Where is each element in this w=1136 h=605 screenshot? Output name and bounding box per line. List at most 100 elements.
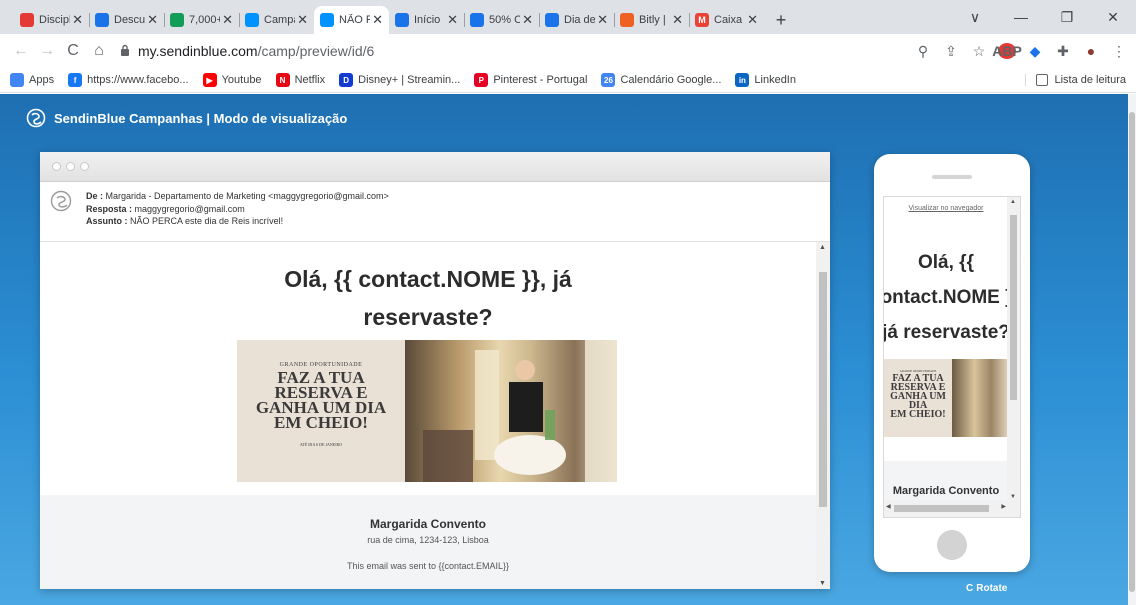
- email-body[interactable]: Olá, {{ contact.NOME }}, já reservaste? …: [40, 242, 830, 589]
- tab-close-icon[interactable]: ✕: [522, 12, 533, 28]
- browser-tab[interactable]: Início ✕: [389, 6, 464, 34]
- mobile-screen[interactable]: Visualizar no navegador Olá, {{ contact.…: [883, 196, 1021, 518]
- minimize-button[interactable]: —: [998, 9, 1044, 25]
- browser-tab[interactable]: Discipl ✕: [14, 6, 89, 34]
- profile-avatar-icon[interactable]: ●: [1082, 43, 1100, 59]
- bookmark-label: Calendário Google...: [620, 74, 722, 86]
- tab-close-icon[interactable]: ✕: [447, 12, 458, 28]
- scrollbar-thumb[interactable]: [1010, 215, 1017, 400]
- mobile-headline: Olá, {{ contact.NOME }}, já reservaste?: [884, 245, 1020, 350]
- scroll-right-arrow-icon[interactable]: ▶: [1001, 503, 1006, 510]
- bookmark-item[interactable]: D Disney+ | Streamin...: [339, 73, 460, 87]
- bookmark-item[interactable]: in LinkedIn: [735, 73, 796, 87]
- scroll-left-arrow-icon[interactable]: ◀: [886, 503, 891, 510]
- bookmark-item[interactable]: ▶ Youtube: [202, 73, 262, 87]
- reload-button[interactable]: C: [60, 42, 86, 60]
- desktop-preview: De : Margarida - Departamento de Marketi…: [40, 152, 830, 589]
- address-bar[interactable]: my.sendinblue.com/camp/preview/id/6: [120, 38, 880, 64]
- from-line: De : Margarida - Departamento de Marketi…: [86, 190, 389, 203]
- browser-tab[interactable]: Dia de ✕: [539, 6, 614, 34]
- star-icon[interactable]: ☆: [970, 43, 988, 60]
- browser-tab[interactable]: 50% O ✕: [464, 6, 539, 34]
- headline-line-2: reservaste?: [363, 304, 493, 330]
- banner-date: ATÉ DIA 6 DE JANEIRO: [299, 442, 343, 447]
- bookmark-item[interactable]: f https://www.facebo...: [68, 73, 189, 87]
- forward-button[interactable]: →: [34, 42, 60, 60]
- tab-favicon-icon: [95, 13, 109, 27]
- from-value: Margarida - Departamento de Marketing <m…: [105, 191, 389, 201]
- bookmark-favicon-icon: ▶: [202, 73, 217, 87]
- reading-list-button[interactable]: Lista de leitura: [1025, 74, 1126, 86]
- phone-home-button: [937, 530, 967, 560]
- bookmark-favicon-icon: D: [339, 73, 354, 87]
- bookmark-item[interactable]: N Netflix: [275, 73, 325, 87]
- tab-close-icon[interactable]: ✕: [672, 12, 683, 28]
- browser-tab[interactable]: 7,000+ ✕: [164, 6, 239, 34]
- browser-tab[interactable]: Campa✕: [239, 6, 314, 34]
- footer-address: rua de cima, 1234-123, Lisboa: [367, 535, 489, 545]
- share-icon[interactable]: ⇪: [942, 43, 960, 60]
- lock-icon[interactable]: [120, 44, 130, 59]
- tab-title: Dia de: [564, 14, 596, 26]
- mobile-headline-line: Olá, {{: [918, 252, 974, 273]
- url-path: /camp/preview/id/6: [257, 43, 375, 59]
- scrollbar-thumb[interactable]: [1129, 112, 1135, 592]
- maximize-button[interactable]: ❐: [1044, 9, 1090, 26]
- tab-close-icon[interactable]: ✕: [147, 12, 158, 28]
- tab-close-icon[interactable]: ✕: [72, 12, 83, 28]
- view-in-browser-link[interactable]: Visualizar no navegador: [884, 205, 1008, 212]
- mobile-banner-title-line: GANHA UM DIA: [890, 391, 946, 411]
- tab-favicon-icon: [20, 13, 34, 27]
- page-scrollbar[interactable]: [1128, 94, 1136, 605]
- email-body-scrollbar[interactable]: ▲ ▼: [816, 242, 830, 589]
- preview-page: SendinBlue Campanhas | Modo de visualiza…: [0, 94, 1128, 605]
- browser-tab[interactable]: Descul ✕: [89, 6, 164, 34]
- rotate-icon: C: [966, 583, 974, 594]
- scroll-up-arrow-icon[interactable]: ▲: [1010, 199, 1016, 205]
- extensions-puzzle-icon[interactable]: ✚: [1054, 43, 1072, 60]
- email-footer: Margarida Convento rua de cima, 1234-123…: [40, 495, 816, 589]
- home-button[interactable]: ⌂: [86, 42, 112, 60]
- close-window-button[interactable]: ✕: [1090, 9, 1136, 26]
- browser-tab[interactable]: M Caixa ✕: [689, 6, 764, 34]
- mobile-vertical-scrollbar[interactable]: ▲ ▼: [1007, 197, 1020, 502]
- adblock-extension-icon[interactable]: ABP: [992, 43, 1022, 59]
- bookmark-item[interactable]: P Pinterest - Portugal: [474, 73, 587, 87]
- banner-title: FAZ A TUA RESERVA E GANHA UM DIA EM CHEI…: [237, 369, 405, 431]
- rotate-button[interactable]: C Rotate: [966, 583, 1007, 594]
- tab-close-icon[interactable]: ✕: [297, 12, 308, 28]
- scroll-up-arrow-icon[interactable]: ▲: [819, 244, 826, 251]
- bookmark-item[interactable]: Apps: [10, 73, 54, 87]
- phone-speaker: [932, 175, 972, 179]
- tab-close-icon[interactable]: ✕: [747, 12, 758, 28]
- chrome-menu-icon[interactable]: ⋮: [1110, 43, 1128, 60]
- back-button[interactable]: ←: [8, 42, 34, 60]
- tab-title: Início: [414, 14, 441, 26]
- tab-close-icon[interactable]: ✕: [372, 12, 383, 28]
- mobile-horizontal-scrollbar[interactable]: ◀ ▶: [884, 500, 1020, 517]
- scrollbar-thumb[interactable]: [819, 272, 827, 507]
- window-dot-icon: [80, 162, 89, 171]
- brand-header: SendinBlue Campanhas | Modo de visualiza…: [26, 108, 347, 128]
- scroll-down-arrow-icon[interactable]: ▼: [819, 580, 826, 587]
- tab-close-icon[interactable]: ✕: [222, 12, 233, 28]
- new-tab-button[interactable]: +: [768, 6, 794, 34]
- browser-tab[interactable]: Bitly | ✕: [614, 6, 689, 34]
- scrollbar-thumb[interactable]: [894, 505, 989, 512]
- mobile-banner-photo: [952, 359, 1008, 437]
- bookmark-favicon-icon: in: [735, 73, 750, 87]
- tab-title: Campa: [264, 14, 295, 26]
- footer-sent-to: This email was sent to {{contact.EMAIL}}: [346, 561, 510, 571]
- mobile-promo-banner-image: GRANDE OPORTUNIDADE FAZ A TUA RESERVA E …: [884, 359, 1008, 437]
- subject-label: Assunto :: [86, 216, 128, 226]
- bookmark-label: Disney+ | Streamin...: [358, 74, 461, 86]
- extension-diamond-icon[interactable]: ◆: [1026, 43, 1044, 60]
- mobile-preview: Visualizar no navegador Olá, {{ contact.…: [874, 154, 1030, 572]
- bookmark-item[interactable]: 26 Calendário Google...: [601, 73, 721, 87]
- tab-search-button[interactable]: ∨: [952, 9, 998, 26]
- tab-favicon-icon: [245, 13, 259, 27]
- browser-tab[interactable]: NÃO P ✕: [314, 6, 389, 34]
- reply-line: Resposta : maggygregorio@gmail.com: [86, 203, 389, 216]
- tab-close-icon[interactable]: ✕: [597, 12, 608, 28]
- zoom-icon[interactable]: ⚲: [914, 43, 932, 60]
